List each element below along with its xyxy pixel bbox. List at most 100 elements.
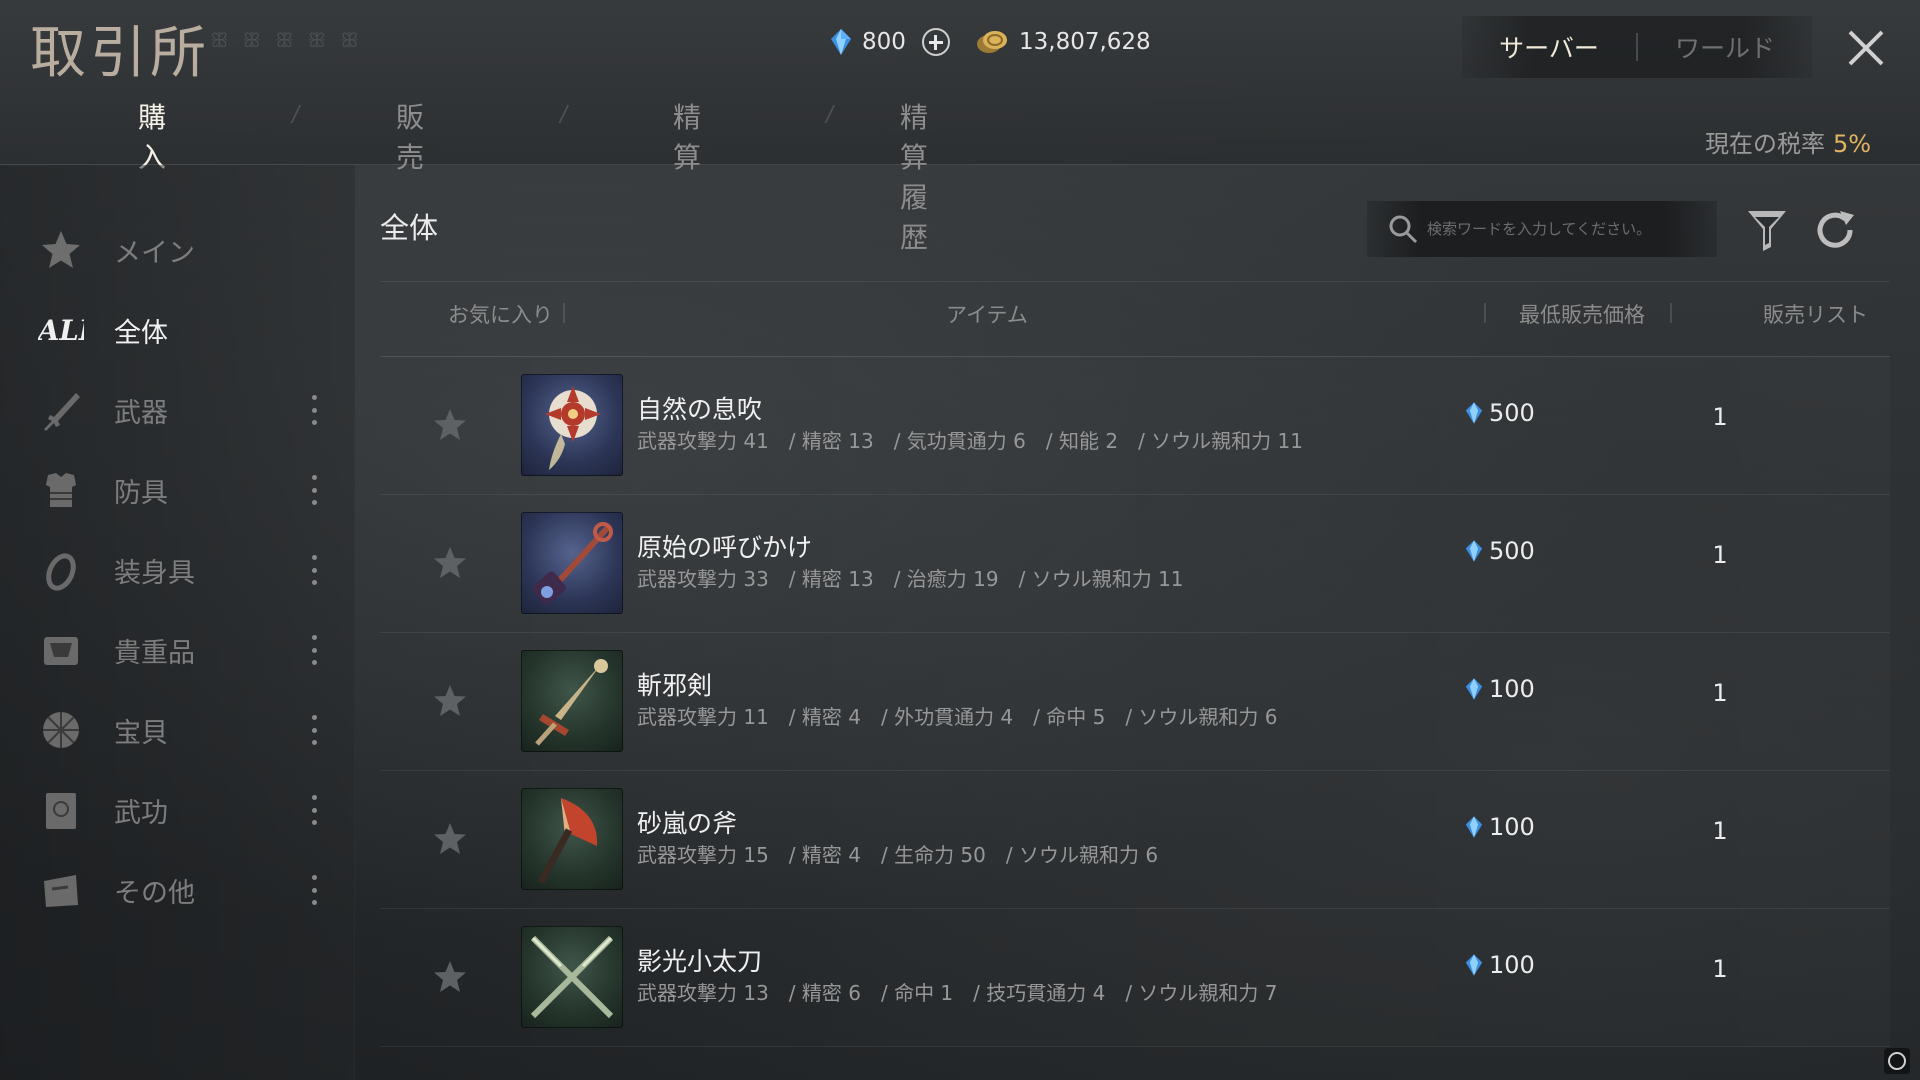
filter-icon[interactable] xyxy=(1745,207,1789,253)
star-icon xyxy=(42,231,80,268)
sidebar-item-armor[interactable]: 防具 xyxy=(0,455,355,525)
trading-post-screen: 取引所 ꕥꕥꕥꕥꕥ 800 13,807,628 サーバー ワールド 購入 / … xyxy=(0,0,1920,1080)
favorite-star-icon[interactable] xyxy=(432,683,468,719)
column-header-min-price[interactable]: 最低販売価格 xyxy=(1519,299,1645,329)
column-header-listings[interactable]: 販売リスト xyxy=(1763,299,1868,329)
listing-count: 1 xyxy=(1712,679,1728,707)
item-thumbnail xyxy=(521,374,623,476)
sidebar-item-label: 貴重品 xyxy=(114,637,195,669)
tab-sell[interactable]: 販売 xyxy=(396,96,424,176)
crossed-daggers-icon xyxy=(530,935,614,1019)
search-input[interactable] xyxy=(1427,220,1697,238)
server-scope-button[interactable]: サーバー xyxy=(1462,29,1636,65)
tab-divider: / xyxy=(823,102,836,127)
add-gems-button[interactable] xyxy=(921,28,950,56)
more-options-icon[interactable] xyxy=(307,795,321,825)
gold-coin-icon xyxy=(977,31,1007,53)
blue-gem-icon xyxy=(1465,540,1483,562)
sidebar-item-label: 武器 xyxy=(114,397,168,429)
gold-amount: 13,807,628 xyxy=(1019,29,1151,55)
sidebar-item-accessories[interactable]: 装身具 xyxy=(0,535,355,605)
column-divider xyxy=(1670,303,1672,323)
item-price: 100 xyxy=(1465,675,1535,703)
sidebar-item-label: その他 xyxy=(114,877,195,909)
column-divider xyxy=(563,303,565,323)
listing-count: 1 xyxy=(1712,817,1728,845)
sidebar-item-others[interactable]: その他 xyxy=(0,855,355,925)
category-sidebar: メイン ALL 全体 武器 防具 xyxy=(0,165,355,1080)
staff-icon xyxy=(532,522,613,605)
sidebar-item-label: 防具 xyxy=(114,477,168,509)
favorite-star-icon[interactable] xyxy=(432,821,468,857)
listing-count: 1 xyxy=(1712,403,1728,431)
column-header-favorite[interactable]: お気に入り xyxy=(448,299,553,329)
axe-icon xyxy=(537,798,598,884)
more-options-icon[interactable] xyxy=(307,875,321,905)
treasure-icon xyxy=(43,712,79,748)
title-decoration: ꕥꕥꕥꕥꕥ xyxy=(210,28,373,52)
refresh-icon[interactable] xyxy=(1812,207,1858,253)
tab-divider: / xyxy=(557,102,570,127)
column-header-item[interactable]: アイテム xyxy=(946,299,1028,329)
item-price: 500 xyxy=(1465,399,1535,427)
price-value: 100 xyxy=(1489,675,1535,703)
loading-indicator-icon xyxy=(1884,1048,1910,1074)
column-divider xyxy=(1484,303,1486,323)
table-header: お気に入り アイテム 最低販売価格 販売リスト xyxy=(380,285,1890,337)
svg-text:ALL: ALL xyxy=(38,314,84,347)
sidebar-item-treasures[interactable]: 宝貝 xyxy=(0,695,355,765)
price-value: 500 xyxy=(1489,537,1535,565)
sidebar-item-main[interactable]: メイン xyxy=(0,215,355,285)
item-price: 500 xyxy=(1465,537,1535,565)
close-icon[interactable] xyxy=(1844,26,1888,70)
favorite-star-icon[interactable] xyxy=(432,959,468,995)
listing-count: 1 xyxy=(1712,541,1728,569)
table-row[interactable]: 原始の呼びかけ 武器攻撃力 33 / 精密 13 / 治癒力 19 / ソウル親… xyxy=(380,495,1890,633)
sidebar-item-all[interactable]: ALL 全体 xyxy=(0,295,355,365)
favorite-star-icon[interactable] xyxy=(432,407,468,443)
search-box xyxy=(1367,201,1717,257)
item-stats: 武器攻撃力 41 / 精密 13 / 気功貫通力 6 / 知能 2 / ソウル親… xyxy=(637,429,1303,453)
book-icon xyxy=(46,793,76,829)
item-stats: 武器攻撃力 33 / 精密 13 / 治癒力 19 / ソウル親和力 11 xyxy=(637,567,1184,591)
header-bar: 取引所 ꕥꕥꕥꕥꕥ 800 13,807,628 サーバー ワールド 購入 / … xyxy=(0,0,1920,254)
gem-balance: 800 xyxy=(830,28,950,56)
item-name: 斬邪剣 xyxy=(637,671,713,700)
tax-rate: 現在の税率 5% xyxy=(1705,124,1871,159)
section-title: 全体 xyxy=(380,211,439,245)
main-panel: 全体 お気に入り アイテム 最低販売価格 販売リスト xyxy=(355,165,1920,1080)
table-divider xyxy=(380,281,1890,282)
item-stats: 武器攻撃力 13 / 精密 6 / 命中 1 / 技巧貫通力 4 / ソウル親和… xyxy=(637,981,1278,1005)
more-options-icon[interactable] xyxy=(307,395,321,425)
more-options-icon[interactable] xyxy=(307,635,321,665)
tab-divider: / xyxy=(289,102,302,127)
sidebar-item-weapons[interactable]: 武器 xyxy=(0,375,355,445)
listing-count: 1 xyxy=(1712,955,1728,983)
sidebar-item-valuables[interactable]: 貴重品 xyxy=(0,615,355,685)
table-row[interactable]: 砂嵐の斧 武器攻撃力 15 / 精密 4 / 生命力 50 / ソウル親和力 6… xyxy=(380,771,1890,909)
scope-toggle: サーバー ワールド xyxy=(1462,16,1812,78)
world-scope-button[interactable]: ワールド xyxy=(1638,29,1812,65)
sidebar-item-martial-arts[interactable]: 武功 xyxy=(0,775,355,845)
tab-buy[interactable]: 購入 xyxy=(138,96,166,176)
item-name: 影光小太刀 xyxy=(637,947,763,976)
tab-settlement[interactable]: 精算 xyxy=(673,96,701,176)
blue-gem-icon xyxy=(1465,402,1483,424)
item-thumbnail xyxy=(521,788,623,890)
sword-icon xyxy=(44,393,80,431)
more-options-icon[interactable] xyxy=(307,555,321,585)
sword-icon xyxy=(535,659,608,746)
item-price: 100 xyxy=(1465,951,1535,979)
ring-icon xyxy=(46,553,76,591)
armor-icon xyxy=(46,473,76,507)
table-row[interactable]: 影光小太刀 武器攻撃力 13 / 精密 6 / 命中 1 / 技巧貫通力 4 /… xyxy=(380,909,1890,1047)
favorite-star-icon[interactable] xyxy=(432,545,468,581)
all-icon: ALL xyxy=(38,314,84,347)
sidebar-item-label: メイン xyxy=(114,237,195,269)
table-row[interactable]: 斬邪剣 武器攻撃力 11 / 精密 4 / 外功貫通力 4 / 命中 5 / ソ… xyxy=(380,633,1890,771)
blue-gem-icon xyxy=(1465,816,1483,838)
table-row[interactable]: 自然の息吹 武器攻撃力 41 / 精密 13 / 気功貫通力 6 / 知能 2 … xyxy=(380,357,1890,495)
item-stats: 武器攻撃力 11 / 精密 4 / 外功貫通力 4 / 命中 5 / ソウル親和… xyxy=(637,705,1278,729)
more-options-icon[interactable] xyxy=(307,475,321,505)
more-options-icon[interactable] xyxy=(307,715,321,745)
